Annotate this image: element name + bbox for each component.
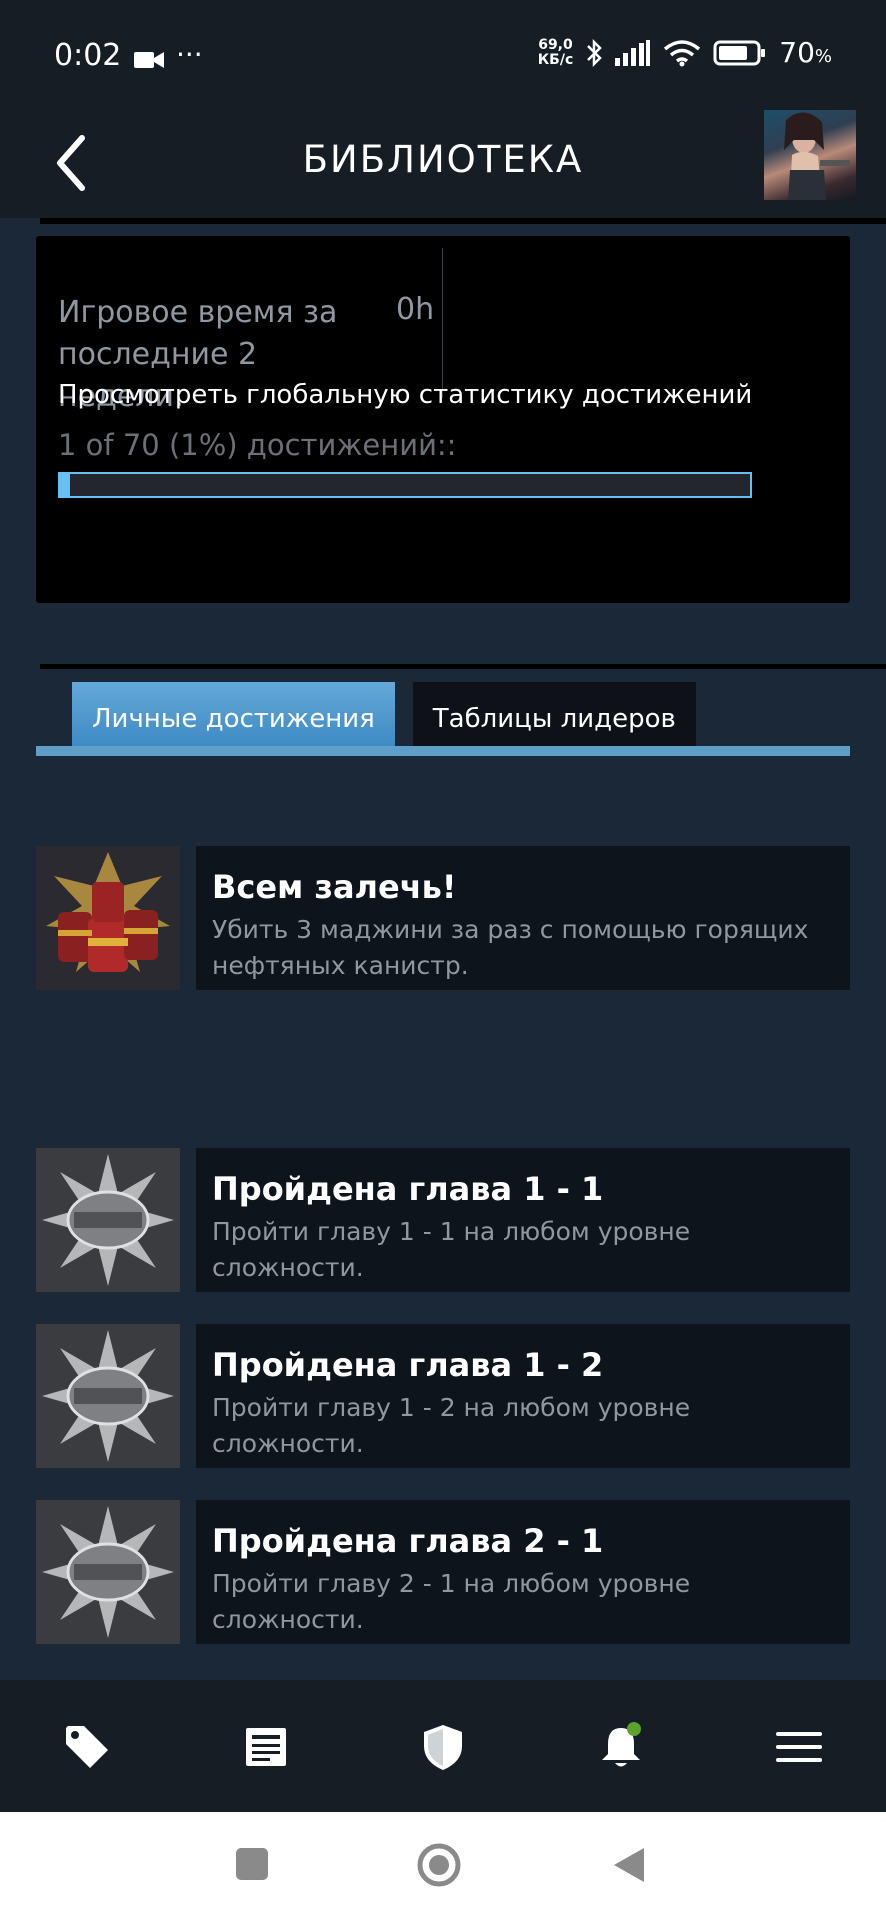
achievement-description: Пройти главу 2 - 1 на любом уровне сложн… — [212, 1569, 691, 1634]
achievement-item[interactable]: Всем залечь! Убить 3 маджини за раз с по… — [36, 846, 850, 990]
stats-panel: Игровое время за последние 2 недели: 0h … — [36, 236, 850, 603]
clock: 0:02 — [54, 38, 122, 73]
achievement-card: Пройдена глава 1 - 2 Пройти главу 1 - 2 … — [196, 1324, 850, 1468]
playtime-value: 0h — [396, 292, 435, 327]
tag-icon[interactable] — [62, 1722, 112, 1772]
achievement-description: Пройти главу 1 - 2 на любом уровне сложн… — [212, 1393, 691, 1458]
achievement-description: Пройти главу 1 - 1 на любом уровне сложн… — [212, 1217, 691, 1282]
achievement-card: Всем залечь! Убить 3 маджини за раз с по… — [196, 846, 850, 990]
avatar[interactable] — [764, 110, 856, 200]
achievement-item[interactable]: Пройдена глава 1 - 2 Пройти главу 1 - 2 … — [36, 1324, 850, 1468]
notification-dot — [627, 1722, 641, 1736]
tab-underline — [36, 746, 850, 756]
achievement-title: Пройдена глава 2 - 1 — [212, 1522, 604, 1560]
shield-icon[interactable] — [418, 1722, 468, 1772]
achievement-card: Пройдена глава 2 - 1 Пройти главу 2 - 1 … — [196, 1500, 850, 1644]
page-title: БИБЛИОТЕКА — [302, 138, 584, 181]
avatar-image — [784, 112, 850, 200]
achievement-title: Пройдена глава 1 - 1 — [212, 1170, 604, 1208]
video-camera-icon — [134, 52, 164, 68]
news-icon[interactable] — [242, 1722, 292, 1772]
battery-icon — [713, 40, 766, 65]
achievement-description: Убить 3 маджини за раз с помощью горящих… — [212, 915, 809, 980]
bsaa-emblem-icon — [36, 1324, 180, 1468]
bottom-nav — [0, 1680, 886, 1812]
battery-level: 70% — [779, 36, 832, 69]
app-header: БИБЛИОТЕКА — [0, 110, 886, 218]
bluetooth-icon — [587, 38, 603, 67]
divider — [40, 218, 886, 224]
achievement-title: Пройдена глава 1 - 2 — [212, 1346, 604, 1384]
recent-apps-button[interactable] — [234, 1846, 270, 1882]
achievement-card: Пройдена глава 1 - 1 Пройти главу 1 - 1 … — [196, 1148, 850, 1292]
home-button[interactable] — [416, 1842, 462, 1888]
menu-icon[interactable] — [774, 1722, 824, 1772]
achievement-item[interactable]: Пройдена глава 2 - 1 Пройти главу 2 - 1 … — [36, 1500, 850, 1644]
tab-bar: Личные достижения Таблицы лидеров — [72, 682, 696, 746]
net-speed: 69,0 КБ/с — [537, 36, 574, 68]
tab-leaderboards[interactable]: Таблицы лидеров — [412, 682, 696, 746]
bsaa-emblem-icon — [36, 1148, 180, 1292]
progress-fill — [60, 474, 70, 496]
barrels-icon — [36, 846, 180, 990]
divider — [442, 248, 443, 398]
system-nav-bar — [0, 1812, 886, 1920]
achievement-progress-bar — [58, 472, 752, 498]
wifi-icon — [664, 39, 701, 66]
more-dots: ··· — [176, 38, 203, 71]
achievement-item[interactable]: Пройдена глава 1 - 1 Пройти главу 1 - 1 … — [36, 1148, 850, 1292]
global-stats-link[interactable]: Просмотреть глобальную статистику достиж… — [58, 380, 752, 410]
bell-icon[interactable] — [596, 1722, 646, 1772]
bsaa-emblem-icon — [36, 1500, 180, 1644]
signal-icon — [615, 39, 651, 66]
achievement-count: 1 of 70 (1%) достижений:: — [58, 428, 457, 462]
achievement-title: Всем залечь! — [212, 868, 457, 906]
back-nav-button[interactable] — [610, 1846, 646, 1884]
tab-personal-achievements[interactable]: Личные достижения — [72, 682, 395, 746]
status-bar: 0:02 ··· 69,0 КБ/с 70% — [0, 0, 886, 110]
divider — [40, 664, 886, 669]
